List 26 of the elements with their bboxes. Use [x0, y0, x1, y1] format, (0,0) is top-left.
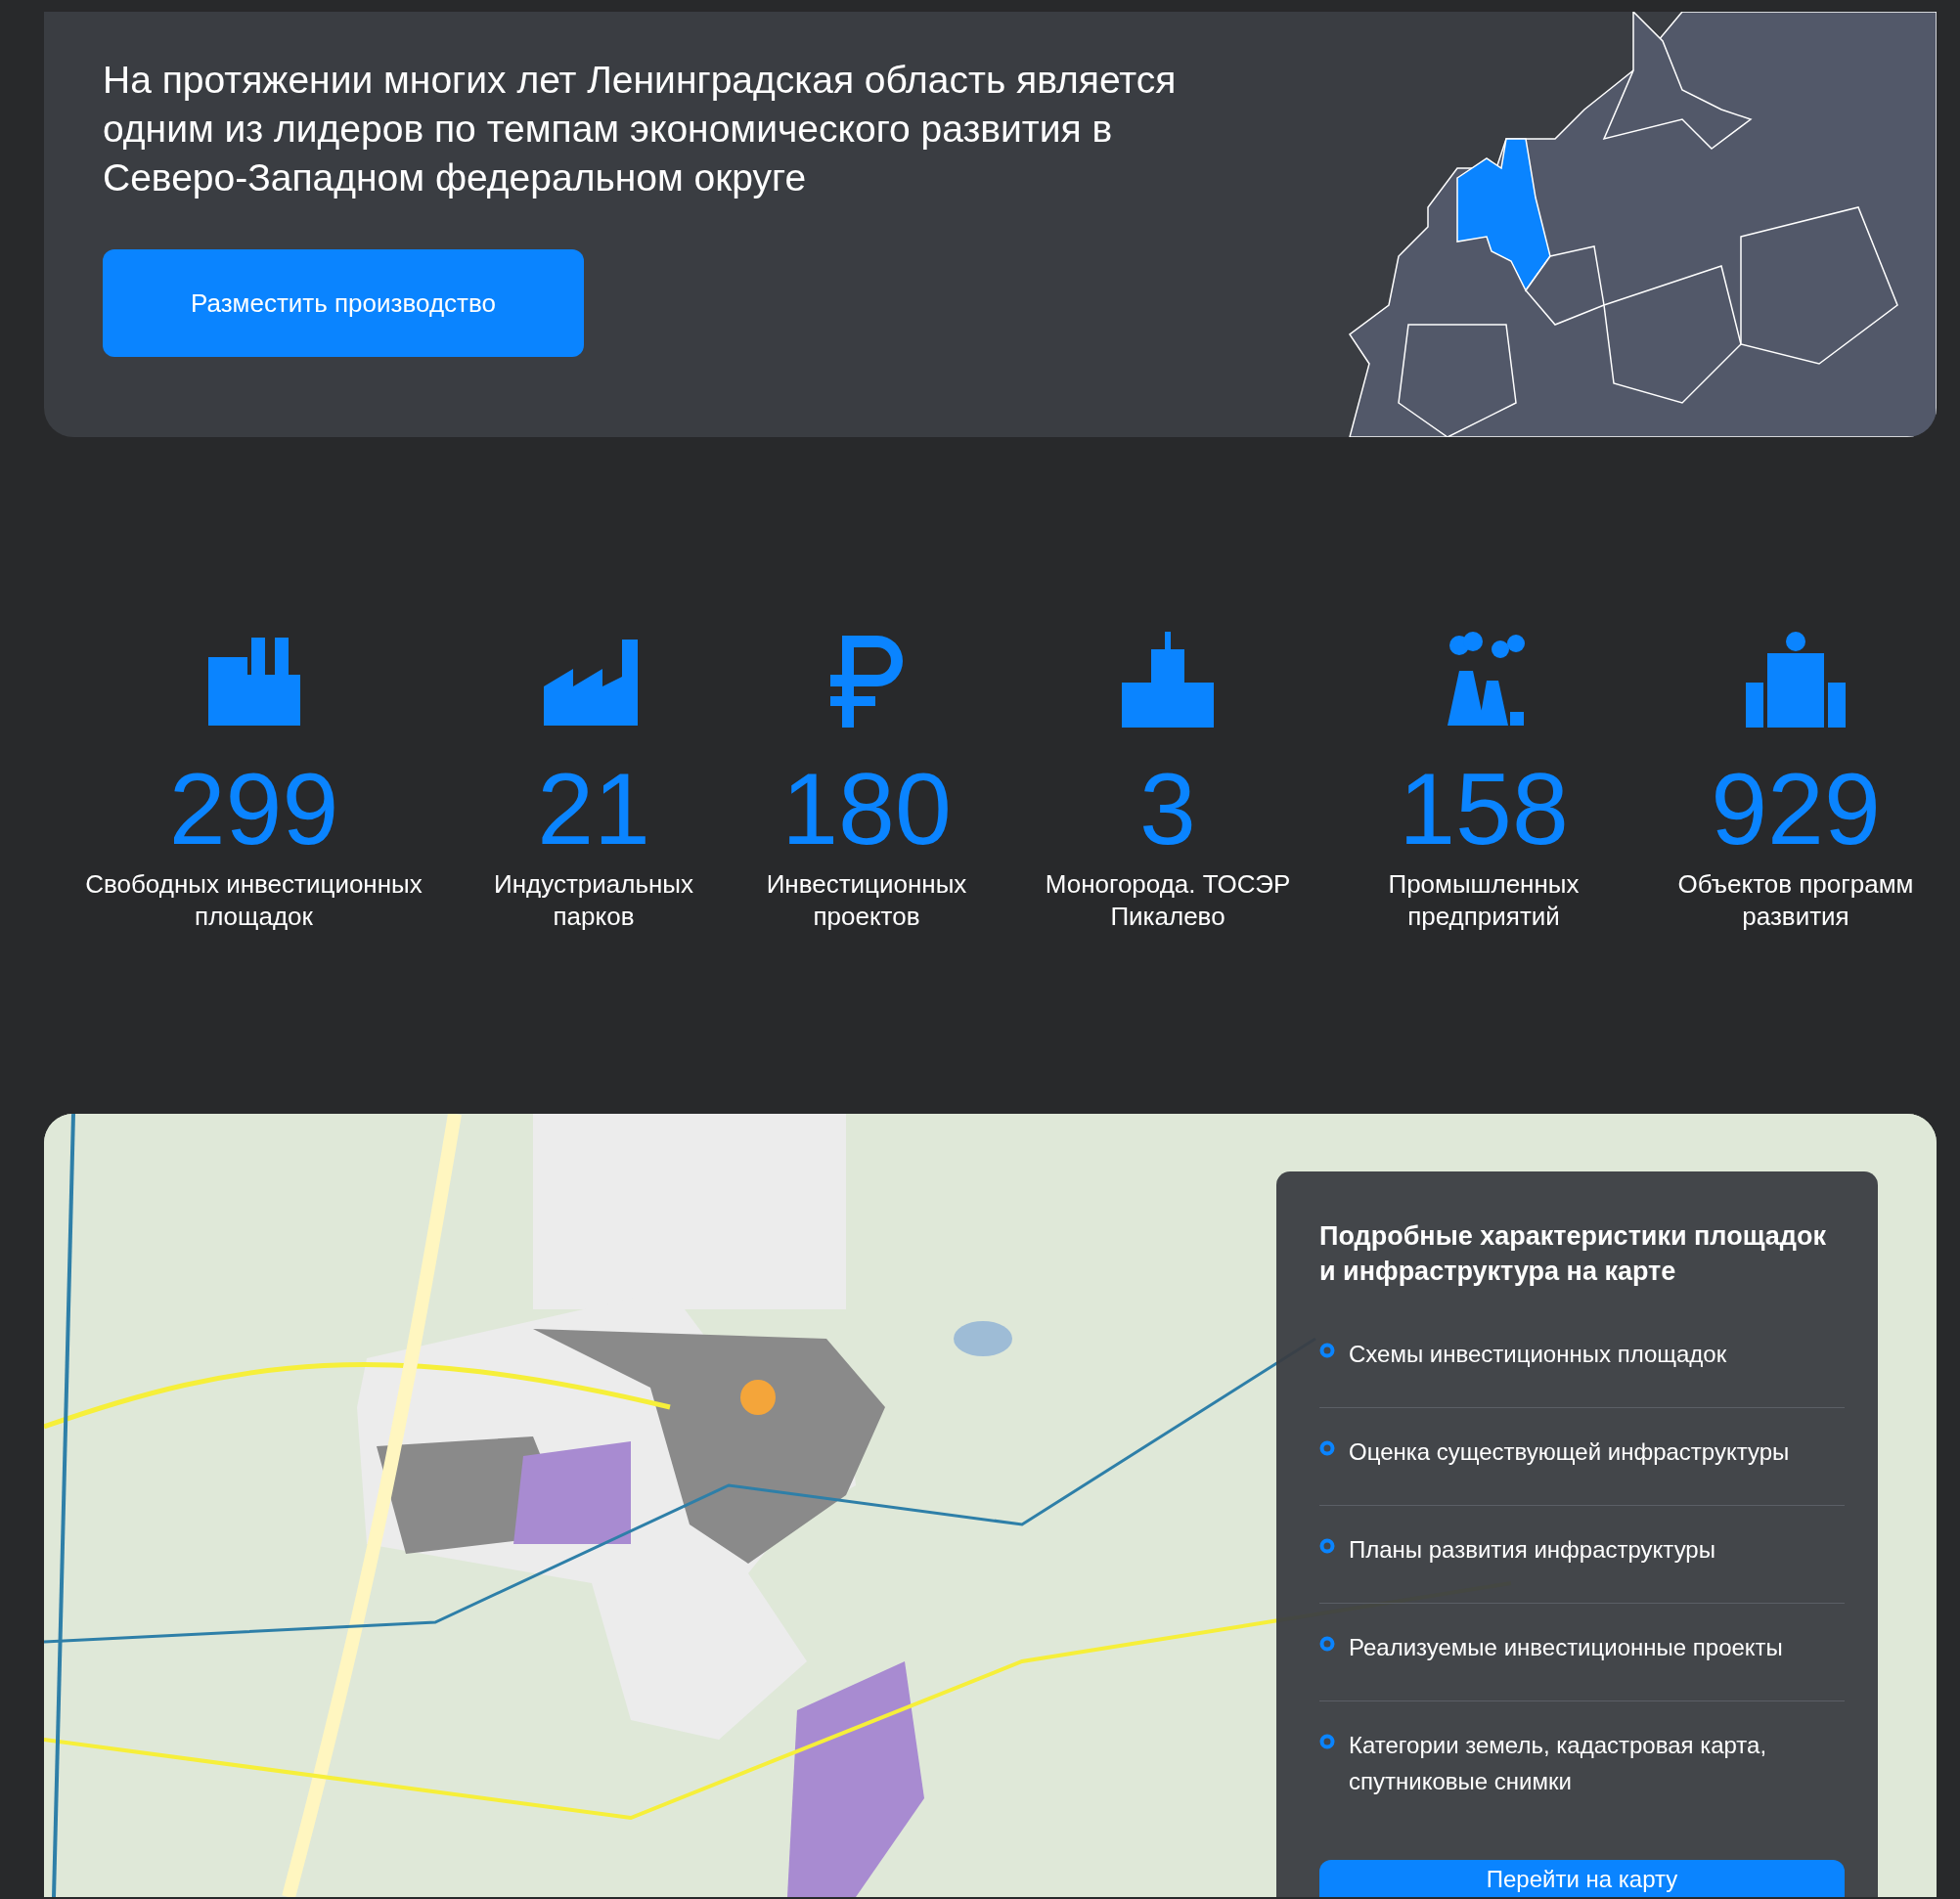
- bullet-icon: [1319, 1734, 1335, 1749]
- feature-item: Оценка существующей инфраструктуры: [1349, 1437, 1790, 1467]
- stat-value: 929: [1711, 755, 1881, 862]
- bullet-icon: [1319, 1440, 1335, 1456]
- stat-label: Индустриальных парков: [492, 868, 694, 933]
- stat-label: Свободных инвестиционных площадок: [84, 868, 423, 933]
- stat-label: Промышленных предприятий: [1387, 868, 1581, 933]
- feature-item: Планы развития инфраструктуры: [1349, 1535, 1715, 1565]
- stat-label: Моногорода. ТОСЭР Пикалево: [1044, 868, 1292, 933]
- bullet-icon: [1319, 1343, 1335, 1358]
- hero-heading: На протяжении многих лет Ленинградская область является одним из лидеров по темпам экономического развития в Северо-Западном федеральном округе: [103, 58, 1178, 200]
- stat-value: 21: [537, 755, 650, 862]
- feature-item: Схемы инвестиционных площадок: [1349, 1340, 1727, 1369]
- panel-title: Подробные характеристики площадок и инфраструктура на карте: [1319, 1220, 1827, 1288]
- stat-value: 299: [168, 755, 339, 862]
- go-to-map-button[interactable]: Перейти на карту: [1319, 1860, 1845, 1897]
- stat-label: Инвестиционных проектов: [765, 868, 968, 933]
- feature-item: Реализуемые инвестиционные проекты: [1349, 1633, 1783, 1662]
- bullet-icon: [1319, 1636, 1335, 1652]
- bullet-icon: [1319, 1538, 1335, 1554]
- stat-value: 180: [781, 755, 952, 862]
- stat-value: 3: [1139, 755, 1196, 862]
- feature-item: Категории земель, кадастровая карта, спутниковые снимки: [1349, 1731, 1768, 1796]
- place-production-button[interactable]: Разместить производство: [103, 249, 584, 357]
- stat-value: 158: [1399, 755, 1569, 862]
- stat-label: Объектов программ развития: [1676, 868, 1915, 933]
